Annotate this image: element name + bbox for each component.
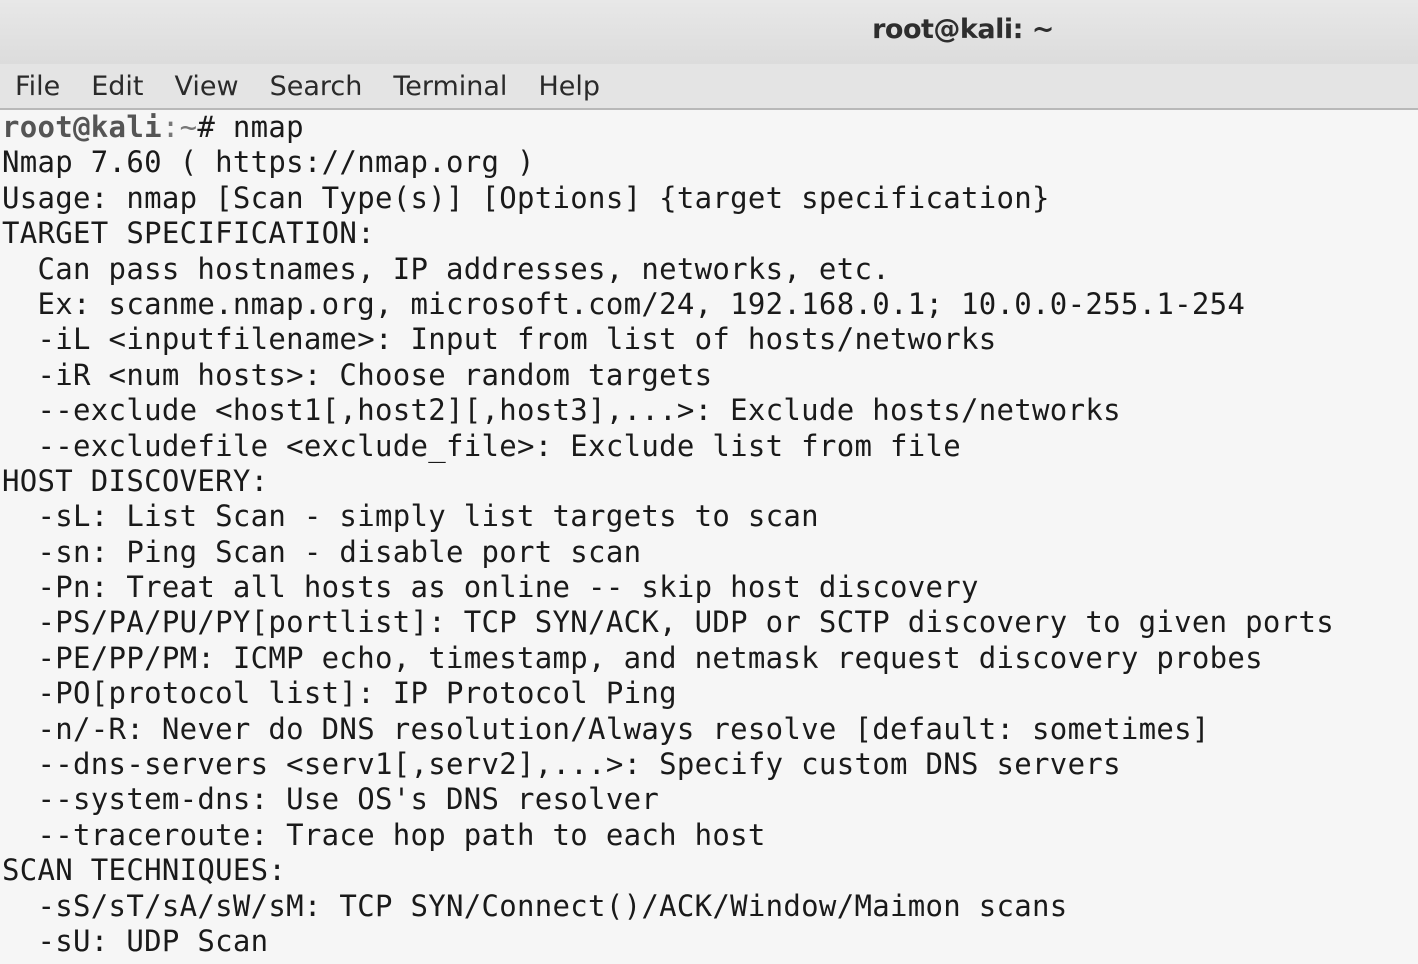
output-line: -sn: Ping Scan - disable port scan [2,534,642,569]
output-line: -sS/sT/sA/sW/sM: TCP SYN/Connect()/ACK/W… [2,888,1068,923]
prompt-line: root@kali:~# nmap [0,110,1418,145]
output-line: -sL: List Scan - simply list targets to … [2,499,819,534]
output-line: -PO[protocol list]: IP Protocol Ping [2,676,677,711]
terminal-output-area[interactable]: root@kali:~# nmap Nmap 7.60 ( https://nm… [0,110,1418,964]
menu-edit[interactable]: Edit [91,71,143,102]
output-line: --excludefile <exclude_file>: Exclude li… [2,428,962,463]
output-line: -Pn: Treat all hosts as online -- skip h… [2,570,979,605]
menu-file[interactable]: File [15,71,60,102]
window-title: root@kali: ~ [872,14,1054,45]
prompt-user: root@kali [2,110,162,144]
menu-terminal[interactable]: Terminal [393,71,507,102]
output-line: Ex: scanme.nmap.org, microsoft.com/24, 1… [2,286,1246,321]
command-text: nmap [232,110,304,144]
output-line: -sU: UDP Scan [2,923,269,958]
output-line: HOST DISCOVERY: [2,463,269,498]
output-line: -iR <num hosts>: Choose random targets [2,357,713,392]
menu-view[interactable]: View [174,71,238,102]
output-line: -n/-R: Never do DNS resolution/Always re… [2,711,1210,746]
output-line: -PE/PP/PM: ICMP echo, timestamp, and net… [2,640,1263,675]
prompt-symbol: # [197,110,233,144]
output-line: --traceroute: Trace hop path to each hos… [2,817,766,852]
menu-bar: File Edit View Search Terminal Help [0,64,1418,110]
menu-search[interactable]: Search [270,71,363,102]
output-line: --exclude <host1[,host2][,host3],...>: E… [2,393,1121,428]
output-line: --system-dns: Use OS's DNS resolver [2,782,660,817]
output-line: -iL <inputfilename>: Input from list of … [2,322,997,357]
output-line: --dns-servers <serv1[,serv2],...>: Speci… [2,747,1121,782]
output-line: TARGET SPECIFICATION: [2,216,375,251]
menu-help[interactable]: Help [538,71,600,102]
output-line: -PS/PA/PU/PY[portlist]: TCP SYN/ACK, UDP… [2,605,1334,640]
output-line: Nmap 7.60 ( https://nmap.org ) [2,145,535,180]
output-line: Usage: nmap [Scan Type(s)] [Options] {ta… [2,180,1050,215]
output-line: SCAN TECHNIQUES: [2,853,287,888]
prompt-path: :~ [161,110,198,144]
output-line: Can pass hostnames, IP addresses, networ… [2,251,890,286]
title-bar[interactable]: root@kali: ~ [0,0,1418,64]
terminal-window: root@kali: ~ File Edit View Search Termi… [0,0,1418,964]
